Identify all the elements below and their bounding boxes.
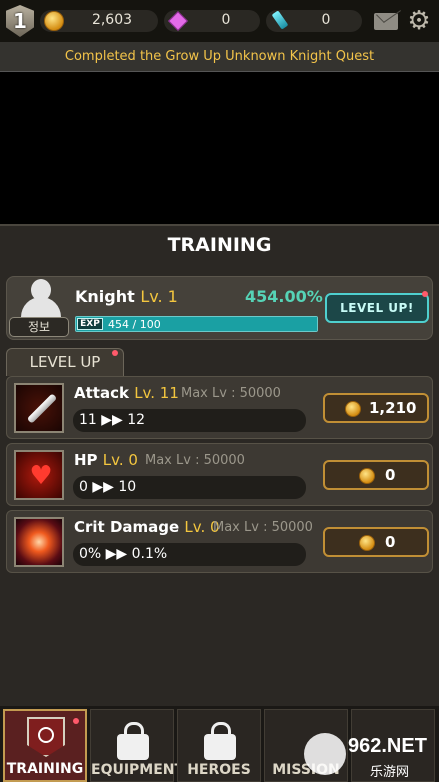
hero-level-up-button[interactable]: LEVEL UP! [325, 293, 429, 323]
rank-level: 1 [13, 9, 27, 33]
top-resource-bar: 1 2,603 0 0 ⚙ [0, 0, 439, 42]
blue-crystal-icon [270, 10, 290, 31]
quest-notification[interactable]: Completed the Grow Up Unknown Knight Que… [0, 42, 439, 72]
hero-name-line: Knight Lv. 1 [75, 287, 178, 306]
watermark-text: 962.NET [348, 735, 427, 757]
notification-dot [422, 291, 428, 297]
upgrade-attack-button[interactable]: 1,210 [323, 393, 429, 423]
exp-bar: EXP 454 / 100 [75, 316, 318, 332]
lock-icon [204, 722, 236, 760]
site-watermark: 962.NET 乐游网 [300, 733, 436, 781]
heart-icon: ♥ [14, 450, 64, 500]
gold-amount: 2,603 [91, 12, 133, 28]
pink-gem-icon [168, 11, 188, 31]
skill-max-level: Max Lv : 50000 [145, 453, 245, 468]
hero-name: Knight [75, 287, 135, 306]
skill-name-line: Crit Damage Lv. 0 [74, 518, 220, 536]
gold-coin-icon [44, 11, 64, 31]
upgrade-cost: 1,210 [369, 399, 417, 417]
notification-dot [73, 718, 79, 724]
upgrade-cost: 0 [385, 533, 396, 551]
panel-title: TRAINING [167, 234, 272, 256]
game-view [0, 72, 439, 224]
skill-name: HP [74, 451, 98, 469]
hero-exp-percent: 454.00% [245, 287, 323, 306]
training-panel: TRAINING 정보 Knight Lv. 1 454.00% EXP 454… [0, 224, 439, 706]
skill-level: Lv. 0 [102, 451, 138, 469]
gold-coin-icon [345, 401, 361, 417]
lock-icon [117, 722, 149, 760]
gems-amount: 0 [221, 12, 231, 28]
skill-progress: 0 ▶▶ 10 [73, 476, 306, 499]
skill-name: Crit Damage [74, 518, 180, 536]
quest-text: Completed the Grow Up Unknown Knight Que… [64, 49, 375, 64]
crystals-amount: 0 [321, 12, 331, 28]
tab-label: EQUIPMENT [91, 762, 185, 778]
hero-card: 정보 Knight Lv. 1 454.00% EXP 454 / 100 LE… [6, 276, 433, 340]
skill-max-level: Max Lv : 50000 [213, 520, 313, 535]
skill-name: Attack [74, 384, 129, 402]
skill-name-line: Attack Lv. 11 [74, 384, 179, 402]
notification-dot [112, 350, 118, 356]
gold-coin-icon [359, 468, 375, 484]
hero-avatar-icon [19, 277, 63, 319]
skill-row-crit-damage: Crit Damage Lv. 0 Max Lv : 50000 0% ▶▶ 0… [6, 510, 433, 573]
sword-icon [14, 383, 64, 433]
hero-level: Lv. 1 [140, 287, 178, 306]
gear-icon[interactable]: ⚙ [406, 8, 432, 34]
skill-row-attack: Attack Lv. 11 Max Lv : 50000 11 ▶▶ 12 1,… [6, 376, 433, 439]
skill-progress: 0% ▶▶ 0.1% [73, 543, 306, 566]
skill-level: Lv. 11 [134, 384, 179, 402]
upgrade-crit-damage-button[interactable]: 0 [323, 527, 429, 557]
exp-text: 454 / 100 [108, 318, 161, 331]
skill-row-hp: ♥ HP Lv. 0 Max Lv : 50000 0 ▶▶ 10 0 [6, 443, 433, 506]
exp-tag: EXP [77, 318, 103, 330]
tab-label: TRAINING [6, 761, 84, 777]
hero-info-button[interactable]: 정보 [9, 317, 69, 337]
skill-progress: 11 ▶▶ 12 [73, 409, 306, 432]
tab-equipment[interactable]: EQUIPMENT [90, 709, 185, 782]
tab-heroes[interactable]: HEROES [177, 709, 261, 782]
skill-name-line: HP Lv. 0 [74, 451, 138, 469]
skill-max-level: Max Lv : 50000 [181, 386, 281, 401]
mail-icon[interactable] [374, 13, 398, 30]
training-emblem-icon [27, 717, 65, 757]
tab-level-up[interactable]: LEVEL UP [6, 348, 124, 376]
upgrade-hp-button[interactable]: 0 [323, 460, 429, 490]
rank-shield-icon[interactable]: 1 [6, 5, 34, 37]
tab-label: HEROES [187, 762, 251, 778]
upgrade-cost: 0 [385, 466, 396, 484]
gold-coin-icon [359, 535, 375, 551]
crit-burst-icon [14, 517, 64, 567]
watermark-subtext: 乐游网 [370, 765, 410, 780]
